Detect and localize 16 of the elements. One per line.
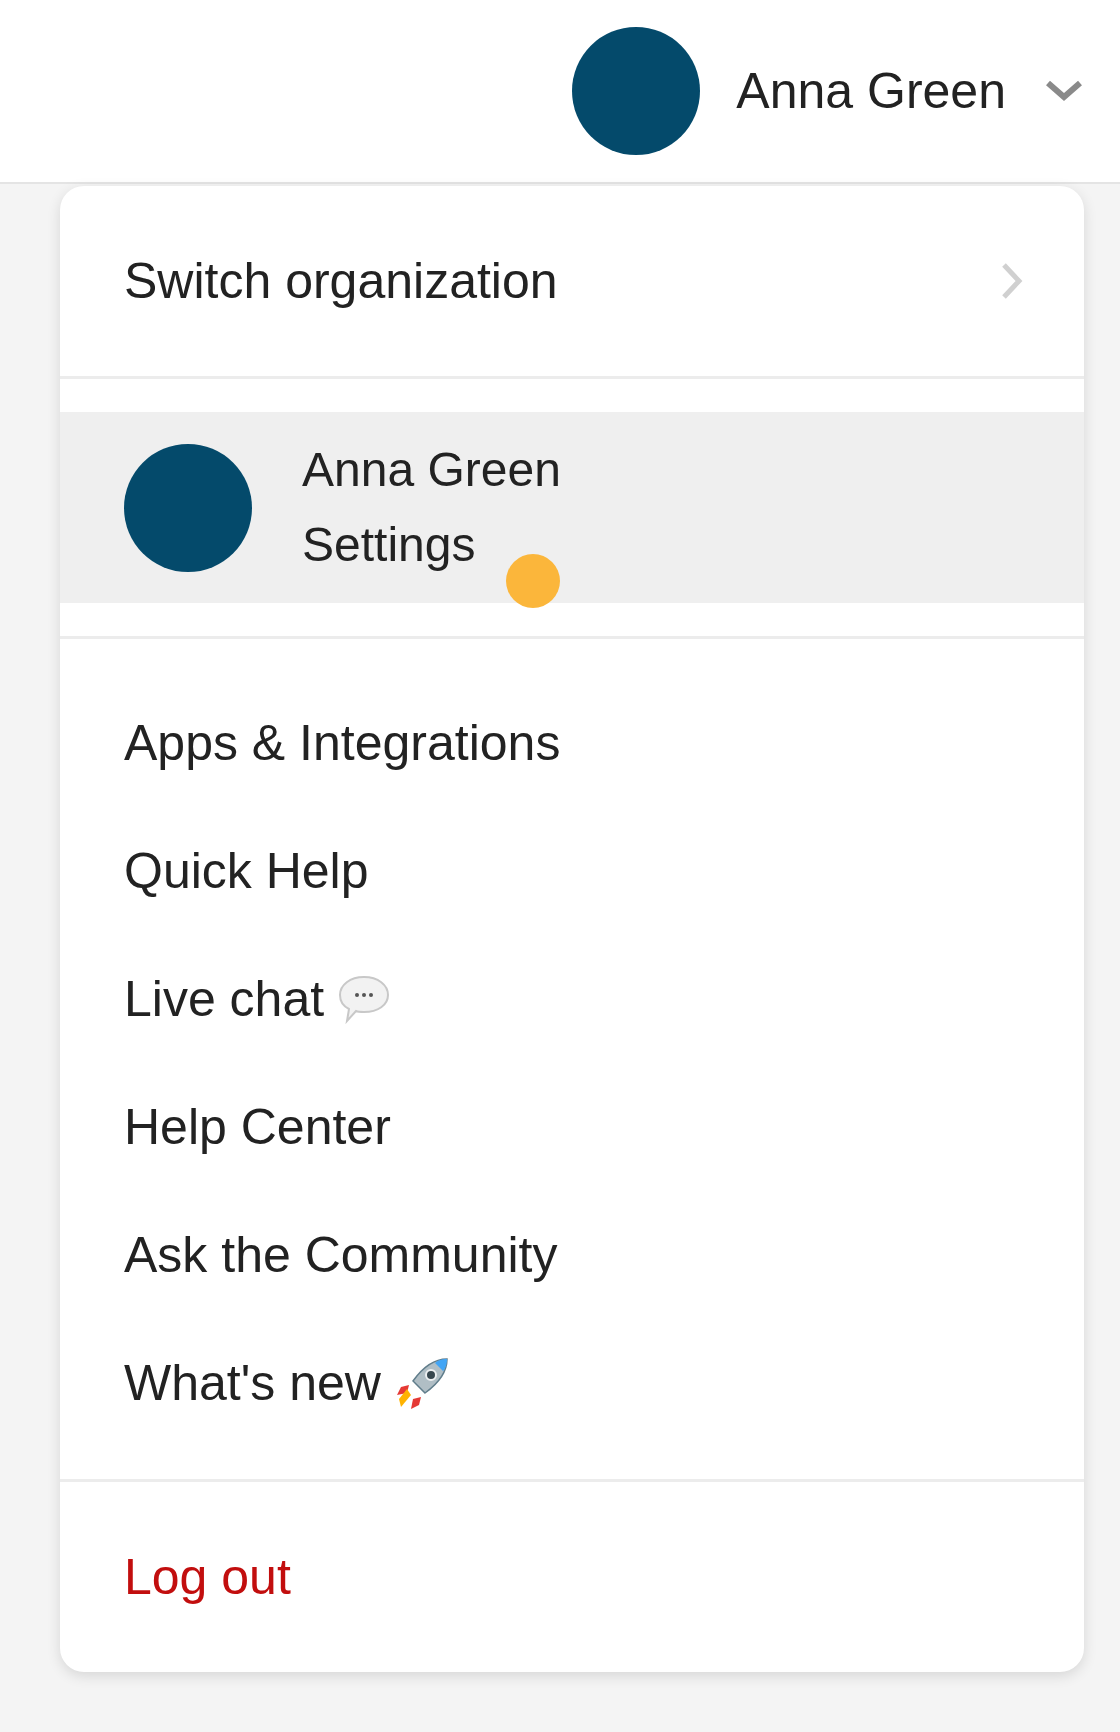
chevron-down-icon bbox=[1044, 79, 1084, 103]
speech-bubble-icon bbox=[338, 974, 391, 1024]
menu-item[interactable]: Quick Help bbox=[60, 807, 369, 935]
profile-name: Anna Green bbox=[302, 443, 561, 497]
settings-link[interactable]: Settings bbox=[302, 518, 561, 572]
rocket-icon bbox=[394, 1355, 451, 1411]
menu-item[interactable]: Help Center bbox=[60, 1063, 391, 1191]
cursor-dot bbox=[506, 554, 560, 608]
menu-item[interactable]: What's new bbox=[60, 1319, 451, 1447]
menu-item[interactable]: Live chat bbox=[60, 935, 391, 1063]
chevron-right-icon bbox=[1000, 261, 1024, 301]
menu-item[interactable]: Ask the Community bbox=[60, 1191, 558, 1319]
user-menu-button[interactable]: Anna Green bbox=[572, 27, 1084, 155]
menu-item[interactable]: Apps & Integrations bbox=[60, 679, 561, 807]
switch-organization-item[interactable]: Switch organization bbox=[60, 186, 1084, 376]
logout-item[interactable]: Log out bbox=[60, 1482, 291, 1672]
